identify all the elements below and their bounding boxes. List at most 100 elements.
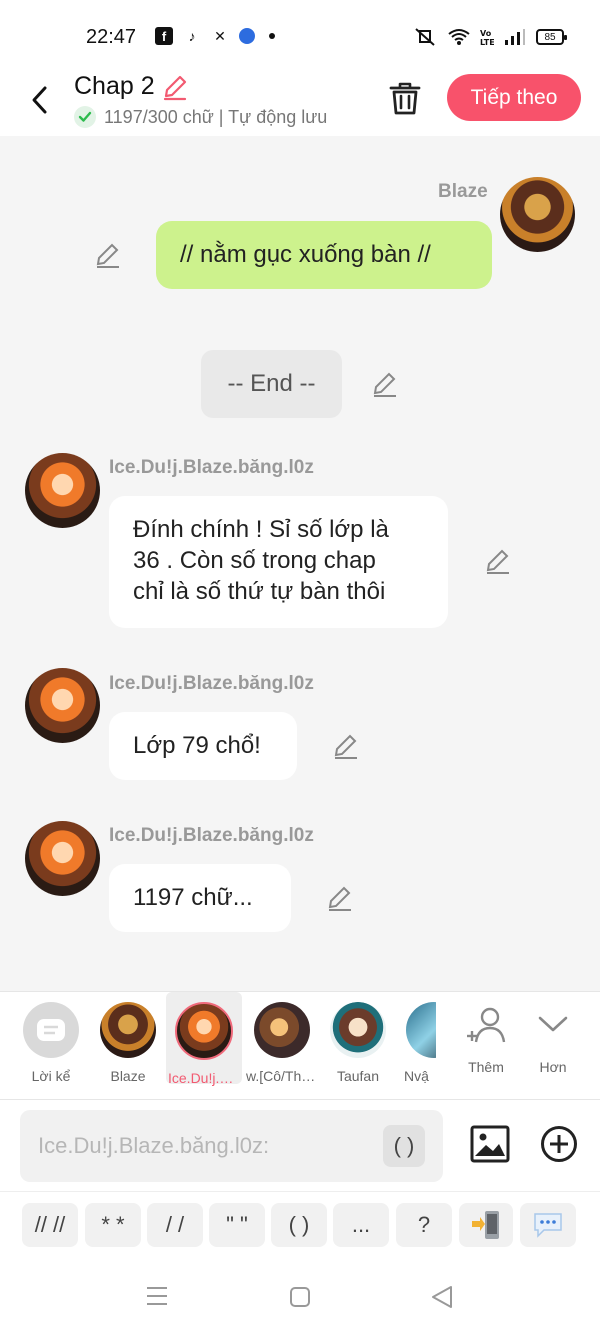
mute-icon	[415, 28, 435, 46]
shortcut-transfer[interactable]	[459, 1203, 513, 1247]
edit-message-icon[interactable]	[371, 371, 399, 399]
more-characters-button[interactable]: Hơn	[523, 1006, 583, 1075]
svg-text:LTE: LTE	[480, 38, 494, 47]
battery-level: 85	[544, 31, 556, 43]
home-icon[interactable]	[289, 1286, 311, 1308]
sender-name: Blaze	[438, 181, 488, 202]
shortcut-asterisks[interactable]: * *	[85, 1203, 141, 1247]
message-line: Đính chính ! Sỉ số lớp là	[133, 516, 389, 543]
svg-text:Vo: Vo	[480, 29, 492, 38]
avatar[interactable]	[25, 668, 100, 743]
back-button[interactable]	[20, 80, 60, 120]
character-selector: Lời kể Blaze Ice.Du!j.Bl... w.[Cô/Thầ...…	[0, 991, 600, 1099]
avatar	[100, 1002, 156, 1058]
shortcut-quotes[interactable]: " "	[209, 1203, 265, 1247]
trash-icon	[389, 82, 421, 115]
message-line: chỉ là số thứ tự bàn thôi	[133, 578, 386, 605]
shortcut-slash[interactable]: / /	[147, 1203, 203, 1247]
narrator-icon	[23, 1002, 79, 1058]
message-text: // nằm gục xuống bàn //	[180, 241, 431, 268]
edit-title-icon[interactable]	[161, 73, 189, 101]
volte-icon: Vo LTE	[480, 29, 494, 47]
character-label: Taufan	[336, 1068, 380, 1084]
message-bubble[interactable]: 1197 chữ...	[109, 864, 291, 932]
wifi-icon	[448, 29, 470, 45]
add-user-icon	[467, 1007, 506, 1043]
sender-name: Ice.Du!j.Blaze.băng.l0z	[109, 673, 314, 694]
character-taufan[interactable]: Taufan	[320, 992, 396, 1084]
speech-bubble-icon	[534, 1213, 562, 1238]
chapter-title[interactable]: Chap 2	[74, 72, 189, 101]
edit-message-icon[interactable]	[94, 242, 122, 270]
edit-message-icon[interactable]	[326, 885, 354, 913]
character-label: Blaze	[110, 1068, 146, 1084]
chevron-left-icon	[32, 86, 47, 114]
avatar[interactable]	[25, 821, 100, 896]
character-blaze[interactable]: Blaze	[90, 992, 166, 1084]
chevron-down-icon	[538, 1016, 568, 1032]
add-circle-icon[interactable]	[540, 1125, 578, 1163]
phone-transfer-icon	[472, 1211, 499, 1239]
message-bubble[interactable]: Lớp 79 chổ!	[109, 712, 297, 780]
message-input[interactable]	[20, 1110, 350, 1182]
editor-header: Chap 2 1197/300 chữ | Tự động lưu Tiếp t…	[0, 70, 600, 136]
avatar[interactable]	[25, 453, 100, 528]
battery-icon: 85	[536, 29, 567, 45]
sender-name: Ice.Du!j.Blaze.băng.l0z	[109, 457, 314, 478]
system-navigation-bar	[0, 1257, 600, 1333]
chat-area[interactable]: Blaze // nằm gục xuống bàn // -- End -- …	[0, 136, 600, 991]
status-time: 22:47	[86, 26, 137, 48]
character-label: Ice.Du!j.Bl...	[168, 1070, 242, 1086]
message-text: Lớp 79 chổ!	[133, 732, 261, 759]
insert-parentheses-button[interactable]: ( )	[383, 1125, 425, 1167]
edit-message-icon[interactable]	[332, 733, 360, 761]
avatar	[330, 1002, 386, 1058]
add-character-button[interactable]: Thêm	[456, 1006, 516, 1075]
character-label: Nvậ	[404, 1068, 429, 1084]
chapter-title-text: Chap 2	[74, 72, 155, 100]
more-notifications-dot	[269, 33, 275, 39]
message-line: 36 . Còn số trong chap	[133, 547, 376, 574]
shortcut-chat[interactable]	[520, 1203, 576, 1247]
character-label: w.[Cô/Thầ...	[246, 1068, 320, 1084]
character-ice[interactable]: Ice.Du!j.Bl...	[166, 992, 242, 1086]
avatar	[406, 1002, 436, 1058]
signal-icon	[505, 29, 525, 45]
shortcut-parentheses[interactable]: ( )	[271, 1203, 327, 1247]
message-bubble[interactable]: // nằm gục xuống bàn //	[156, 221, 492, 289]
message-input-box[interactable]: ( )	[20, 1110, 443, 1182]
shortcut-double-slash[interactable]: // //	[22, 1203, 78, 1247]
character-nv[interactable]: Nvậ	[396, 992, 436, 1084]
add-character-label: Thêm	[468, 1059, 504, 1075]
notification-icons: f ♪ ✕	[155, 27, 275, 45]
shortcut-question[interactable]: ?	[396, 1203, 452, 1247]
tiktok-icon: ♪	[188, 28, 196, 44]
sender-name: Ice.Du!j.Blaze.băng.l0z	[109, 825, 314, 846]
menu-icon[interactable]	[146, 1286, 168, 1306]
next-button[interactable]: Tiếp theo	[447, 74, 581, 121]
shortcut-ellipsis[interactable]: ...	[333, 1203, 389, 1247]
more-characters-label: Hơn	[539, 1059, 567, 1075]
status-bar: 22:47 f ♪ ✕ Vo LTE 85	[0, 0, 600, 70]
word-count-status: 1197/300 chữ | Tự động lưu	[104, 106, 328, 127]
facebook-icon: f	[155, 27, 173, 45]
avatar	[254, 1002, 310, 1058]
character-narrator[interactable]: Lời kể	[13, 992, 89, 1084]
back-triangle-icon[interactable]	[430, 1285, 454, 1309]
system-icons: Vo LTE 85	[412, 27, 567, 47]
image-icon[interactable]	[470, 1124, 510, 1164]
messenger-icon	[239, 28, 255, 44]
composer: ( )	[0, 1099, 600, 1191]
capcut-icon: ✕	[214, 27, 226, 44]
delete-button[interactable]	[386, 78, 424, 118]
character-w[interactable]: w.[Cô/Thầ...	[244, 992, 320, 1084]
avatar[interactable]	[500, 177, 575, 252]
edit-message-icon[interactable]	[484, 548, 512, 576]
message-bubble[interactable]: Đính chính ! Sỉ số lớp là 36 . Còn số tr…	[109, 496, 448, 628]
narration-text: -- End --	[227, 370, 316, 397]
check-icon	[74, 106, 96, 128]
narration-bubble[interactable]: -- End --	[201, 350, 342, 418]
avatar	[175, 1002, 233, 1060]
character-label: Lời kể	[31, 1068, 71, 1084]
shortcut-bar: // // * * / / " " ( ) ... ?	[0, 1191, 600, 1257]
